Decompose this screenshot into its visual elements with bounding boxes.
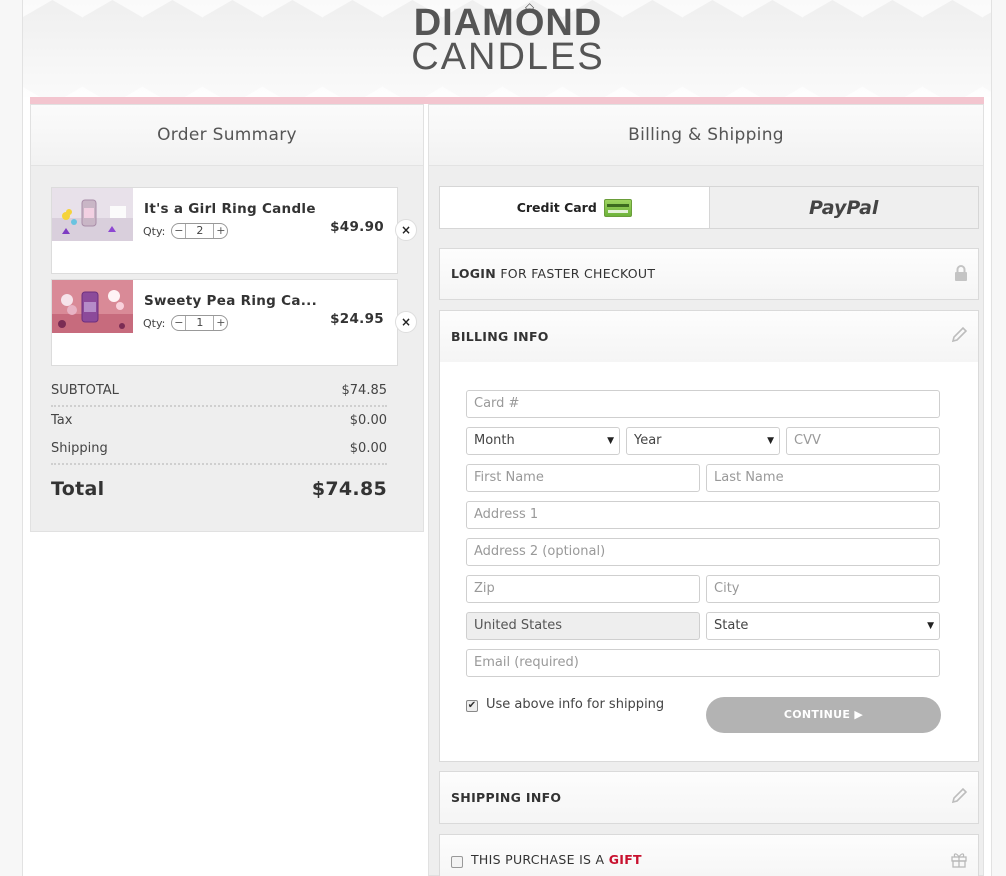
order-summary-title: Order Summary [31,105,423,166]
item-price: $49.90 [330,219,384,235]
use-for-shipping-label[interactable]: Use above info for shipping [486,697,664,712]
tax-label: Tax [51,413,73,428]
increase-qty-button[interactable]: + [214,224,227,238]
email-input[interactable]: Email (required) [466,649,940,677]
billing-info-panel[interactable]: BILLING INFO [439,310,979,363]
product-thumbnail [52,280,133,333]
order-summary-panel: Order Summary It's a Girl Ring Candle Qt… [30,104,424,532]
country-field[interactable]: United States [466,612,700,640]
continue-button[interactable]: CONTINUE ▶ [706,697,941,733]
subtotal-row: SUBTOTAL $74.85 [51,377,387,405]
remove-item-button[interactable]: × [395,219,417,241]
qty-label: Qty: [143,224,166,238]
billing-info-title: BILLING INFO [451,329,549,344]
state-select[interactable]: State [706,612,940,640]
site-header: ◇ DIAMOND CANDLES [23,0,991,97]
gift-word: GIFT [608,852,642,867]
logo-line-2: CANDLES [411,36,605,78]
subtotal-label: SUBTOTAL [51,383,119,398]
checkout-page: ◇ DIAMOND CANDLES Order Summary It's a G… [22,0,992,876]
shipping-info-title: SHIPPING INFO [451,790,562,805]
total-label: Total [51,478,105,500]
total-value: $74.85 [311,478,387,500]
first-name-input[interactable]: First Name [466,464,700,492]
lock-icon [955,265,967,281]
total-row: Total $74.85 [51,465,387,513]
month-select[interactable]: Month [466,427,620,455]
accent-bar [30,97,984,104]
tab-credit-card-label: Credit Card [516,200,597,215]
gift-icon [951,853,967,868]
gift-label-prefix: THIS PURCHASE IS A [471,852,605,867]
product-thumbnail [52,188,133,241]
increase-qty-button[interactable]: + [214,316,227,330]
qty-value[interactable]: 2 [185,224,215,238]
paypal-logo: PayPal [809,196,879,219]
billing-shipping-panel: Billing & Shipping Credit Card PayPal LO… [428,104,984,876]
city-input[interactable]: City [706,575,940,603]
credit-card-icon [603,198,632,217]
quantity-stepper: − 2 + [171,223,229,239]
gift-label[interactable]: THIS PURCHASE IS A GIFT [471,852,642,867]
qty-label: Qty: [143,316,166,330]
tax-row: Tax $0.00 [51,407,387,435]
decrease-qty-button[interactable]: − [172,316,185,330]
quantity-stepper: − 1 + [171,315,229,331]
zip-input[interactable]: Zip [466,575,700,603]
address2-input[interactable]: Address 2 (optional) [466,538,940,566]
cart-item: Sweety Pea Ring Ca... Qty: − 1 + $24.95 [51,279,398,366]
billing-shipping-title: Billing & Shipping [429,105,983,166]
tab-credit-card[interactable]: Credit Card [440,187,710,228]
gift-panel: THIS PURCHASE IS A GIFT [439,834,979,876]
cart-item: It's a Girl Ring Candle Qty: − 2 + $49.9… [51,187,398,274]
decrease-qty-button[interactable]: − [172,224,185,238]
login-panel[interactable]: LOGIN FOR FASTER CHECKOUT [439,248,979,300]
order-totals: SUBTOTAL $74.85 Tax $0.00 Shipping $0.00… [51,377,387,513]
use-for-shipping-checkbox[interactable]: ✔ [466,700,478,712]
login-title: LOGIN FOR FASTER CHECKOUT [451,266,655,281]
address1-input[interactable]: Address 1 [466,501,940,529]
payment-method-tabs: Credit Card PayPal [439,186,979,229]
quantity-row: Qty: − 2 + [143,223,229,239]
login-bold: LOGIN [451,266,497,281]
login-rest: FOR FASTER CHECKOUT [500,266,656,281]
tab-paypal[interactable]: PayPal [709,187,978,228]
item-price: $24.95 [330,311,384,327]
qty-value[interactable]: 1 [185,316,215,330]
diamond-icon: ◇ [525,0,535,14]
shipping-value: $0.00 [349,441,387,456]
item-name[interactable]: It's a Girl Ring Candle [144,201,316,217]
last-name-input[interactable]: Last Name [706,464,940,492]
diamond-candles-logo[interactable]: ◇ DIAMOND CANDLES [403,0,613,78]
card-number-input[interactable]: Card # [466,390,940,418]
item-name[interactable]: Sweety Pea Ring Ca... [144,293,317,309]
cvv-input[interactable]: CVV [786,427,940,455]
pencil-icon[interactable] [950,787,968,805]
remove-item-button[interactable]: × [395,311,417,333]
shipping-info-panel[interactable]: SHIPPING INFO [439,771,979,824]
year-select[interactable]: Year [626,427,780,455]
shipping-row: Shipping $0.00 [51,435,387,463]
billing-form: Card # Month Year CVV First Name Last Na… [439,362,979,762]
tax-value: $0.00 [349,413,387,428]
shipping-label: Shipping [51,441,108,456]
quantity-row: Qty: − 1 + [143,315,229,331]
gift-checkbox[interactable] [451,856,463,868]
pencil-icon[interactable] [950,326,968,344]
subtotal-value: $74.85 [341,383,388,398]
